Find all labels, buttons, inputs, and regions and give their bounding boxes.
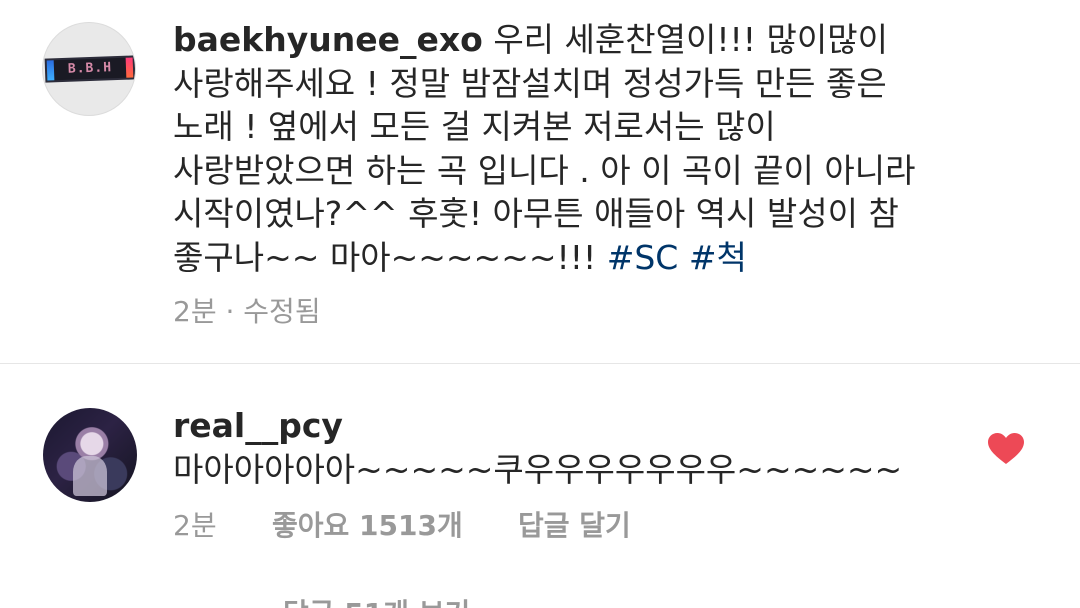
edited-label: 수정됨	[243, 295, 321, 328]
reply-username[interactable]: real__pcy	[173, 404, 343, 447]
caption-text-line: 사랑받았으면 하는 곡 입니다 . 아 이 곡이 끝이 아니라	[173, 150, 916, 190]
caption-line-1: baekhyunee_exo 우리 세훈찬열이!!! 많이많이	[173, 18, 993, 62]
avatar-logo: B.B.H	[46, 57, 134, 81]
caption-timestamp: 2분	[173, 295, 217, 328]
reply-button[interactable]: 답글 달기	[518, 508, 631, 544]
avatar[interactable]	[43, 408, 137, 502]
hashtag-link[interactable]: #SC	[607, 238, 679, 277]
caption-text-line: 좋구나~~ 마아~~~~~~!!!	[173, 237, 597, 277]
meta-separator: ·	[225, 295, 235, 328]
avatar[interactable]: B.B.H	[42, 22, 136, 116]
likes-count[interactable]: 좋아요 1513개	[272, 508, 463, 544]
hashtag-link[interactable]: #척	[689, 238, 747, 277]
view-replies-link[interactable]: 답글 51개 보기	[283, 596, 470, 608]
caption-text-line: 우리 세훈찬열이!!! 많이많이	[493, 20, 888, 59]
comments-screen: B.B.H baekhyunee_exo 우리 세훈찬열이!!! 많이많이 사랑…	[0, 0, 1080, 608]
caption-text-line: 사랑해주세요 ! 정말 밤잠설치며 정성가득 만든 좋은	[173, 63, 887, 103]
reply-timestamp: 2분	[173, 509, 217, 542]
reply-text: 마아아아아아~~~~~쿠우우우우우우우~~~~~~	[173, 450, 903, 489]
caption-line-6: 좋구나~~ 마아~~~~~~!!! #SC #척	[173, 236, 993, 280]
caption-username[interactable]: baekhyunee_exo	[173, 20, 483, 59]
caption-body: baekhyunee_exo 우리 세훈찬열이!!! 많이많이 사랑해주세요 !…	[173, 18, 993, 279]
caption-meta: 2분 · 수정됨	[173, 294, 321, 330]
caption-comment: B.B.H baekhyunee_exo 우리 세훈찬열이!!! 많이많이 사랑…	[0, 0, 1080, 362]
caption-text-line: 시작이였나?^^ 후훗! 아무튼 애들아 역시 발성이 참	[173, 194, 899, 233]
caption-text-line: 노래 ! 옆에서 모든 걸 지켜본 저로서는 많이	[173, 107, 776, 146]
heart-icon[interactable]	[988, 433, 1024, 465]
avatar-logo-text: B.B.H	[67, 60, 113, 77]
divider	[0, 363, 1080, 364]
